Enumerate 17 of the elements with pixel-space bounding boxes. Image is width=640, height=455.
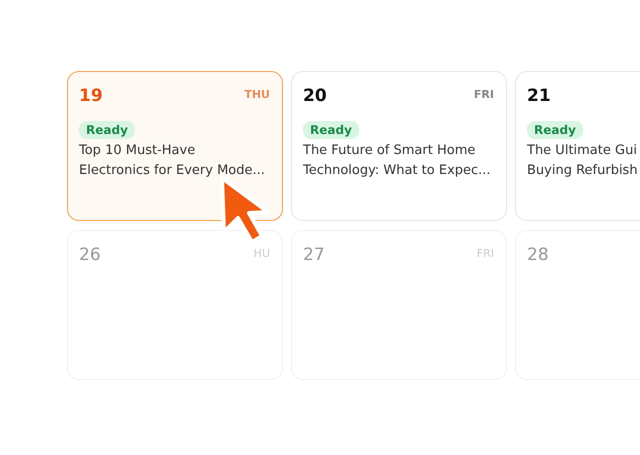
post-title: The Future of Smart Home Technology: What to Expec... [303, 142, 492, 180]
day-number: 26 [79, 245, 101, 265]
day-number: 19 [79, 86, 103, 106]
status-badge: Ready [527, 121, 583, 139]
day-card[interactable]: 20 FRI Ready The Future of Smart Home Technology: What to Expec... [291, 71, 507, 221]
day-number: 27 [303, 245, 325, 265]
post-title: The Ultimate Gui Buying Refurbish [527, 142, 639, 180]
day-number: 28 [527, 245, 549, 265]
status-badge: Ready [303, 121, 359, 139]
day-card[interactable]: 21 Ready The Ultimate Gui Buying Refurbish [515, 71, 640, 221]
weekday-label: THU [244, 88, 270, 101]
day-card[interactable]: 19 THU Ready Top 10 Must-Have Electronics for Every Mode... [67, 71, 283, 221]
day-number: 20 [303, 86, 327, 106]
day-number: 21 [527, 86, 551, 106]
post-title: Top 10 Must-Have Electronics for Every Mode... [79, 142, 266, 180]
weekday-label: FRI [474, 88, 494, 101]
status-badge: Ready [79, 121, 135, 139]
